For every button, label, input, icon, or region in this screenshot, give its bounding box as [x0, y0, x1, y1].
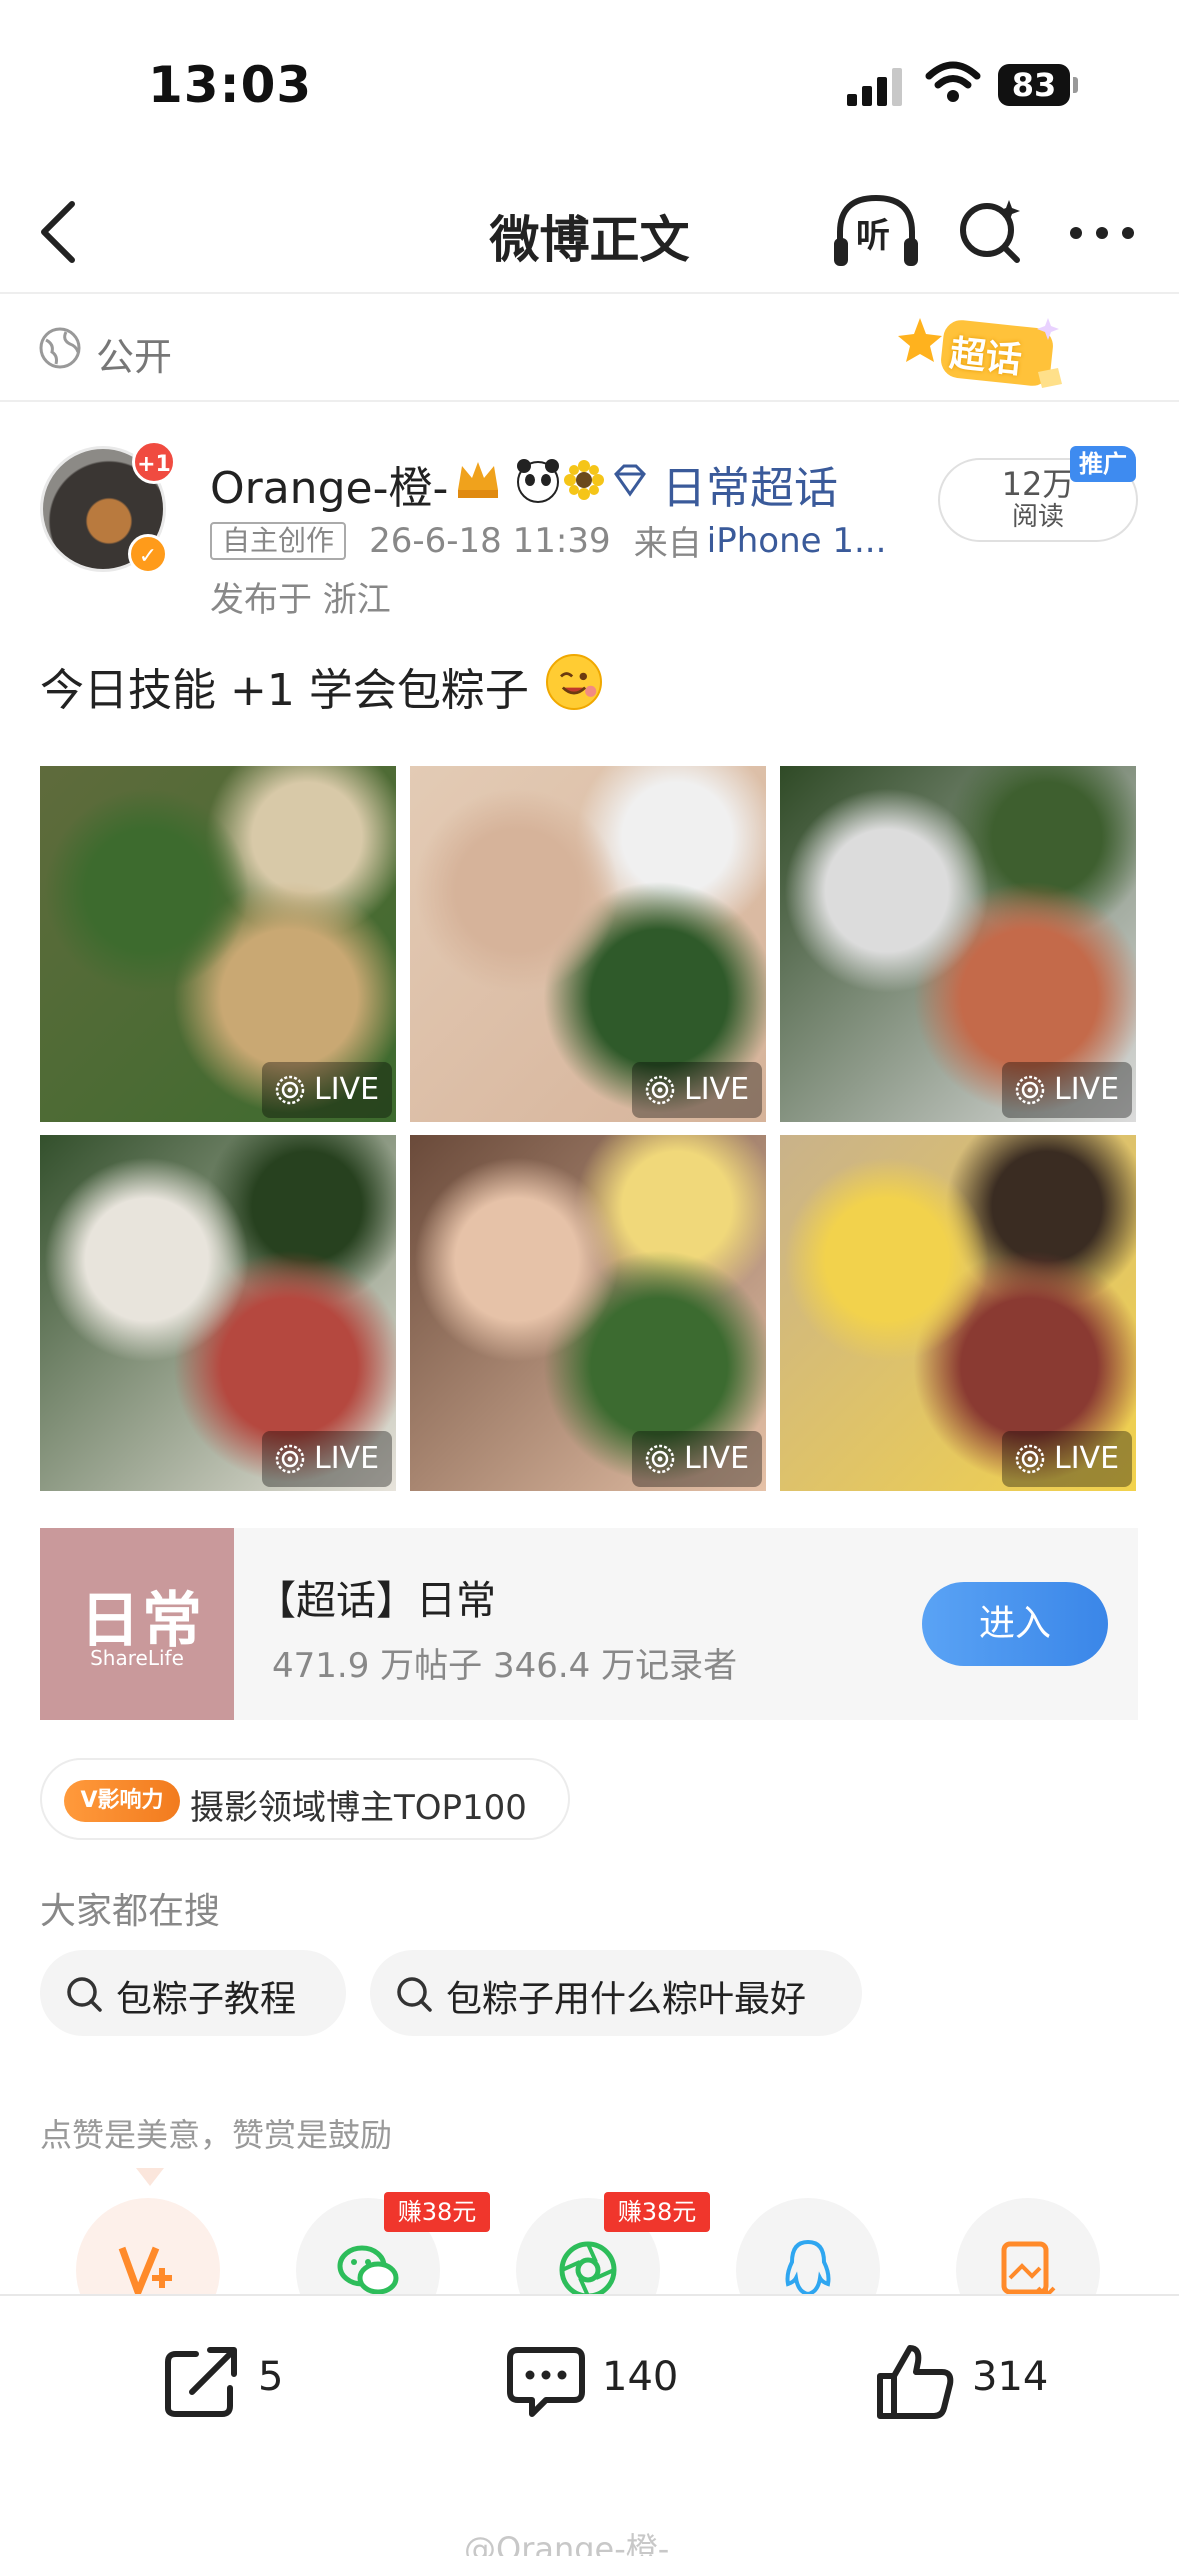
- diamond-icon: [614, 464, 646, 497]
- comment-icon: [507, 2347, 585, 2417]
- live-label: LIVE: [684, 1072, 750, 1107]
- signal-icon: [847, 68, 902, 106]
- promo-tag: 推广: [1070, 446, 1136, 482]
- source-prefix: 来自: [633, 524, 702, 564]
- live-label: LIVE: [1054, 1441, 1120, 1476]
- live-icon: [645, 1075, 675, 1105]
- live-icon: [645, 1444, 675, 1474]
- live-label: LIVE: [1054, 1072, 1120, 1107]
- user-badges-icon: [458, 459, 604, 503]
- super-topic-label: 超话: [947, 333, 1024, 382]
- thumbs-up-icon: [877, 2345, 954, 2419]
- share-count: 5: [258, 2354, 284, 2400]
- share-button[interactable]: 5: [162, 2336, 362, 2426]
- listen-button[interactable]: 听: [832, 192, 920, 272]
- post-meta: 自主创作 26-6-18 11:39 来自 iPhone 1...: [210, 516, 890, 564]
- earn-tag: 赚38元: [384, 2192, 490, 2232]
- enter-button[interactable]: 进入: [922, 1582, 1108, 1666]
- status-time: 13:03: [148, 56, 313, 114]
- status-bar: 13:03 83: [0, 0, 1179, 170]
- visibility-label: 公开: [96, 335, 173, 379]
- watermark: @Orange-橙-: [464, 2530, 670, 2556]
- live-badge: LIVE: [262, 1062, 392, 1118]
- post-text: 今日技能 +1 学会包粽子: [40, 665, 529, 716]
- like-count: 314: [972, 2354, 1049, 2400]
- super-topic-badge[interactable]: 超话: [898, 310, 1078, 400]
- post-photo[interactable]: LIVE: [410, 1135, 766, 1491]
- live-icon: [275, 1444, 305, 1474]
- live-icon: [1015, 1075, 1045, 1105]
- reward-heading: 点赞是美意，赞赏是鼓励: [40, 2116, 393, 2154]
- search-icon: [397, 1977, 432, 2012]
- live-badge: LIVE: [1002, 1431, 1132, 1487]
- post-location: 发布于 浙江: [210, 580, 391, 620]
- share-icon: [165, 2347, 237, 2417]
- search-chip[interactable]: 包粽子用什么粽叶最好: [370, 1950, 862, 2036]
- more-icon[interactable]: [1066, 198, 1138, 268]
- action-bar: 5 140 314 @Orange-橙-: [0, 2294, 1179, 2556]
- live-label: LIVE: [314, 1441, 380, 1476]
- like-button[interactable]: 314: [876, 2336, 1096, 2426]
- search-icon[interactable]: [955, 194, 1025, 270]
- search-heading: 大家都在搜: [40, 1891, 221, 1932]
- post-time: 26-6-18 11:39: [369, 520, 611, 561]
- live-badge: LIVE: [632, 1431, 762, 1487]
- post-photo[interactable]: LIVE: [780, 1135, 1136, 1491]
- live-label: LIVE: [684, 1441, 750, 1476]
- wink-emoji-icon: [546, 654, 602, 710]
- search-icon: [67, 1977, 102, 2012]
- live-badge: LIVE: [262, 1431, 392, 1487]
- wifi-icon: [925, 61, 981, 102]
- live-icon: [1015, 1444, 1045, 1474]
- post-photo[interactable]: LIVE: [40, 1135, 396, 1491]
- search-chip-label: 包粽子教程: [116, 1979, 297, 2020]
- search-chip[interactable]: 包粽子教程: [40, 1950, 346, 2036]
- wechat-icon: [337, 2245, 399, 2295]
- post-photo[interactable]: LIVE: [410, 766, 766, 1122]
- topic-link[interactable]: 日常超话: [662, 452, 838, 516]
- nav-bar: 微博正文 听: [0, 170, 1179, 294]
- topic-stats: 471.9 万帖子 346.4 万记录者: [272, 1646, 738, 1686]
- super-topic-card[interactable]: 日常 ShareLife 【超话】日常 471.9 万帖子 346.4 万记录者…: [40, 1528, 1138, 1720]
- battery-level: 83: [998, 64, 1070, 106]
- topic-cover-image: 日常 ShareLife: [40, 1528, 234, 1720]
- live-badge: LIVE: [1002, 1062, 1132, 1118]
- source-device[interactable]: iPhone 1...: [707, 521, 887, 561]
- avatar-plus-badge: +1: [132, 440, 176, 484]
- influence-tag[interactable]: V影响力 摄影领域博主TOP100: [40, 1758, 570, 1840]
- post-photo[interactable]: LIVE: [40, 766, 396, 1122]
- cover-subtitle: ShareLife: [90, 1646, 184, 1670]
- live-label: LIVE: [314, 1072, 380, 1107]
- influence-text: 摄影领域博主TOP100: [190, 1788, 527, 1828]
- listen-label: 听: [856, 216, 890, 256]
- earn-tag: 赚38元: [604, 2192, 710, 2232]
- reads-label: 阅读: [1011, 502, 1064, 532]
- search-chip-label: 包粽子用什么粽叶最好: [446, 1979, 807, 2020]
- vip-icon: [118, 2246, 172, 2296]
- topic-title: 【超话】日常: [256, 1578, 496, 1624]
- battery-icon: 83: [998, 64, 1078, 106]
- live-badge: LIVE: [632, 1062, 762, 1118]
- globe-icon: [39, 327, 81, 369]
- influence-badge: V影响力: [64, 1780, 180, 1822]
- post-photo[interactable]: LIVE: [780, 766, 1136, 1122]
- moments-icon: [559, 2241, 617, 2299]
- pointer-arrow-icon: [136, 2168, 164, 2186]
- comment-button[interactable]: 140: [506, 2336, 726, 2426]
- visibility-row: 公开 超话: [0, 296, 1179, 402]
- save-image-icon: [1001, 2241, 1056, 2299]
- comment-count: 140: [602, 2354, 679, 2400]
- verified-icon: ✓: [128, 534, 168, 574]
- live-icon: [275, 1075, 305, 1105]
- qq-icon: [785, 2239, 831, 2297]
- original-tag: 自主创作: [210, 521, 347, 560]
- username[interactable]: Orange-橙-: [210, 452, 448, 516]
